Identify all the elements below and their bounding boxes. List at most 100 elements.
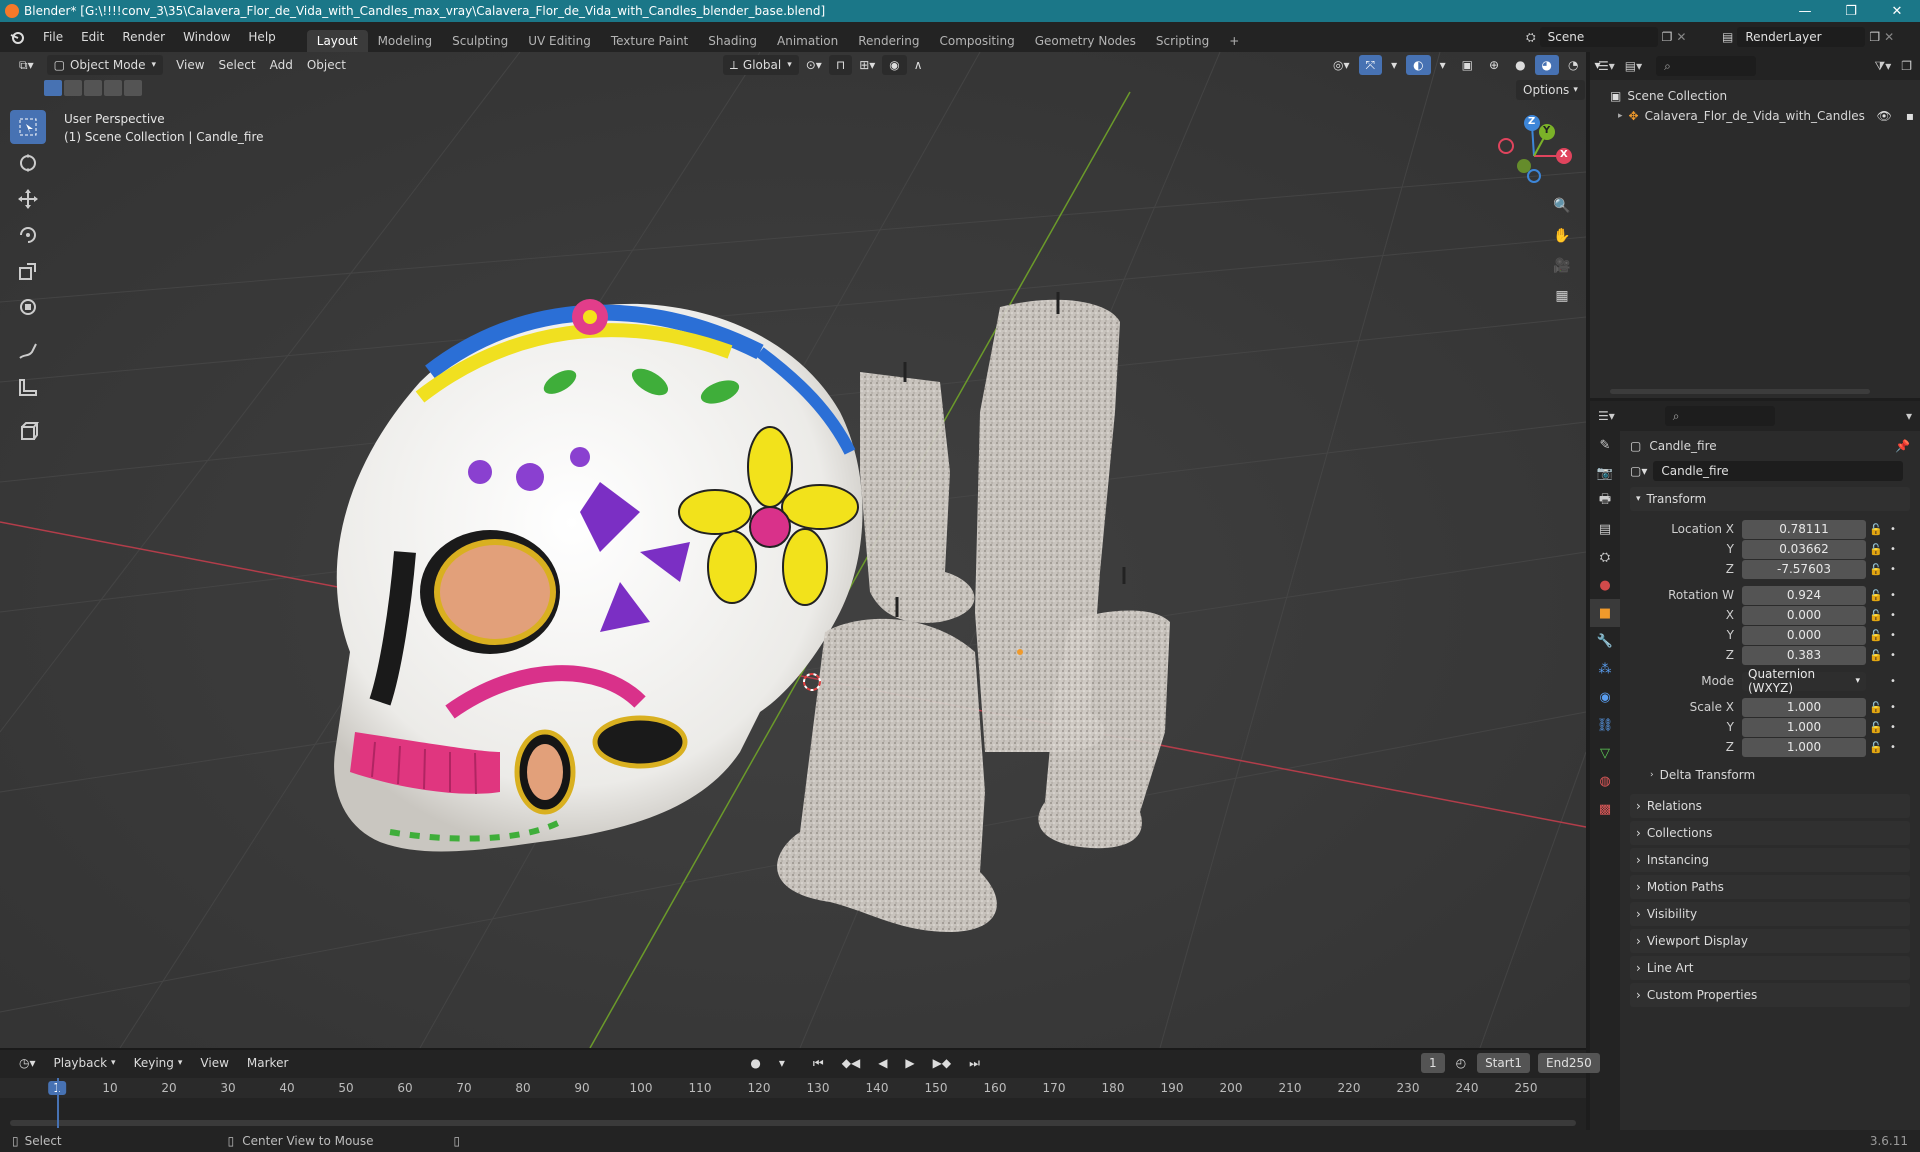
menu-render[interactable]: Render <box>113 30 174 44</box>
preview-range-icon[interactable]: ◴ <box>1449 1053 1473 1073</box>
lock-icon[interactable]: 🔓 <box>1866 649 1886 662</box>
location-y-field[interactable]: 0.03662 <box>1742 539 1866 559</box>
transform-panel-header[interactable]: ▾ Transform <box>1630 487 1910 511</box>
transform-tool[interactable] <box>10 290 46 324</box>
custom-properties-panel-header[interactable]: › Custom Properties <box>1630 983 1910 1007</box>
outliner-item[interactable]: ▸ ✥ Calavera_Flor_de_Vida_with_Candles 👁… <box>1618 106 1920 126</box>
shading-menu-icon[interactable]: ▾ <box>1588 55 1608 75</box>
menu-add[interactable]: Add <box>263 55 300 75</box>
tab-compositing[interactable]: Compositing <box>929 30 1024 52</box>
motion-paths-panel-header[interactable]: › Motion Paths <box>1630 875 1910 899</box>
eye-icon[interactable]: 👁 <box>1877 106 1892 126</box>
menu-window[interactable]: Window <box>174 30 239 44</box>
tab-shading[interactable]: Shading <box>698 30 767 52</box>
falloff-icon[interactable]: ∧ <box>907 55 930 75</box>
pin-icon[interactable]: 📌 <box>1895 439 1910 453</box>
timeline-editor-icon[interactable]: ◷▾ <box>12 1053 43 1073</box>
keyframe-dot-icon[interactable]: • <box>1886 702 1900 713</box>
constraints-tab-icon[interactable]: ⛓ <box>1590 711 1620 739</box>
viewport-display-panel-header[interactable]: › Viewport Display <box>1630 929 1910 953</box>
delta-transform-header[interactable]: › Delta Transform <box>1624 763 1916 787</box>
camera-render-icon[interactable]: ▪ <box>1906 106 1914 126</box>
keyframe-dot-icon[interactable]: • <box>1886 722 1900 733</box>
keyframe-dot-icon[interactable]: • <box>1886 742 1900 753</box>
object-tab-icon[interactable]: ■ <box>1590 599 1620 627</box>
move-tool[interactable] <box>10 182 46 216</box>
keyframe-dot-icon[interactable]: • <box>1886 544 1900 555</box>
playback-menu[interactable]: Playback ▾ <box>47 1053 123 1073</box>
xray-icon[interactable]: ▣ <box>1455 55 1480 75</box>
select-box-tool[interactable] <box>10 110 46 144</box>
pivot-icon[interactable]: ⊙▾ <box>799 55 829 75</box>
cursor-tool[interactable] <box>10 146 46 180</box>
tab-layout[interactable]: Layout <box>306 30 368 52</box>
blender-menu-icon[interactable] <box>0 29 34 45</box>
scene-tab-icon[interactable]: ⛭ <box>1590 543 1620 571</box>
minimize-button[interactable]: — <box>1782 0 1828 22</box>
options-button[interactable]: Options ▾ <box>1516 80 1585 100</box>
solid-shading-icon[interactable]: ● <box>1508 55 1532 75</box>
view-layer-tab-icon[interactable]: ▤ <box>1590 515 1620 543</box>
output-tab-icon[interactable]: 🖶 <box>1590 487 1620 515</box>
close-button[interactable]: ✕ <box>1874 0 1920 22</box>
visibility-panel-header[interactable]: › Visibility <box>1630 902 1910 926</box>
lock-icon[interactable]: 🔓 <box>1866 523 1886 536</box>
remove-view-layer-icon[interactable]: ✕ <box>1884 30 1894 44</box>
editor-type-icon[interactable]: ⧉▾ <box>12 55 41 75</box>
scale-tool[interactable] <box>10 254 46 288</box>
tab-uv-editing[interactable]: UV Editing <box>518 30 601 52</box>
properties-options-icon[interactable]: ▾ <box>1906 409 1912 423</box>
rotation-y-field[interactable]: 0.000 <box>1742 625 1866 645</box>
snap-target-icon[interactable]: ⊞▾ <box>852 55 882 75</box>
camera-icon[interactable]: 🎥 <box>1548 252 1576 280</box>
start-frame-field[interactable]: Start 1 <box>1477 1053 1531 1073</box>
lock-icon[interactable]: 🔓 <box>1866 563 1886 576</box>
tab-geometry-nodes[interactable]: Geometry Nodes <box>1025 30 1146 52</box>
collections-panel-header[interactable]: › Collections <box>1630 821 1910 845</box>
view-layer-icon[interactable]: ▤ <box>1722 30 1733 44</box>
menu-edit[interactable]: Edit <box>72 30 113 44</box>
lock-icon[interactable]: 🔓 <box>1866 701 1886 714</box>
tab-texture-paint[interactable]: Texture Paint <box>601 30 698 52</box>
menu-file[interactable]: File <box>34 30 72 44</box>
snap-icon[interactable]: ⊓ <box>828 55 853 75</box>
play-icon[interactable]: ▶ <box>898 1053 921 1073</box>
properties-editor-icon[interactable]: ☰▾ <box>1598 409 1615 423</box>
properties-search-input[interactable]: ⌕ <box>1664 406 1775 426</box>
overlay-menu-icon[interactable]: ▾ <box>1433 55 1453 75</box>
texture-tab-icon[interactable]: ▩ <box>1590 795 1620 823</box>
new-scene-icon[interactable]: ❐ <box>1662 30 1673 44</box>
marker-menu[interactable]: Marker <box>240 1053 295 1073</box>
end-frame-field[interactable]: End 250 <box>1538 1053 1600 1073</box>
scale-x-field[interactable]: 1.000 <box>1742 697 1866 717</box>
select-extend-icon[interactable] <box>64 80 82 96</box>
zoom-icon[interactable]: 🔍 <box>1548 192 1576 220</box>
mode-selector[interactable]: ▢ Object Mode ▾ <box>46 55 164 75</box>
keyframe-dot-icon[interactable]: • <box>1886 630 1900 641</box>
maximize-button[interactable]: ❐ <box>1828 0 1874 22</box>
rotation-z-field[interactable]: 0.383 <box>1742 645 1866 665</box>
location-z-field[interactable]: -7.57603 <box>1742 559 1866 579</box>
perspective-grid-icon[interactable]: ▦ <box>1548 282 1576 310</box>
current-frame-field[interactable]: 1 <box>1420 1053 1445 1073</box>
lock-icon[interactable]: 🔓 <box>1866 629 1886 642</box>
scene-name-field[interactable]: Scene <box>1539 27 1658 47</box>
lock-icon[interactable]: 🔓 <box>1866 609 1886 622</box>
navigation-gizmo[interactable]: Z X Y <box>1490 110 1580 200</box>
instancing-panel-header[interactable]: › Instancing <box>1630 848 1910 872</box>
jump-end-icon[interactable]: ⏭ <box>962 1053 987 1073</box>
object-name-field[interactable]: Candle_fire <box>1653 461 1904 481</box>
keyframe-dot-icon[interactable]: • <box>1886 564 1900 575</box>
rotation-w-field[interactable]: 0.924 <box>1742 585 1866 605</box>
overlay-toggle-icon[interactable]: ◐ <box>1406 55 1431 75</box>
select-new-icon[interactable] <box>44 80 62 96</box>
outliner-search-input[interactable]: ⌕ <box>1656 56 1757 76</box>
timeline-view-menu[interactable]: View <box>193 1053 235 1073</box>
tab-rendering[interactable]: Rendering <box>848 30 929 52</box>
filter-icon[interactable]: ⧩▾ <box>1875 59 1892 74</box>
3d-viewport[interactable] <box>0 52 1586 1048</box>
prev-keyframe-icon[interactable]: ◆◀ <box>835 1053 867 1073</box>
tab-modeling[interactable]: Modeling <box>368 30 443 52</box>
remove-scene-icon[interactable]: ✕ <box>1676 30 1686 44</box>
keyframe-dot-icon[interactable]: • <box>1886 650 1900 661</box>
